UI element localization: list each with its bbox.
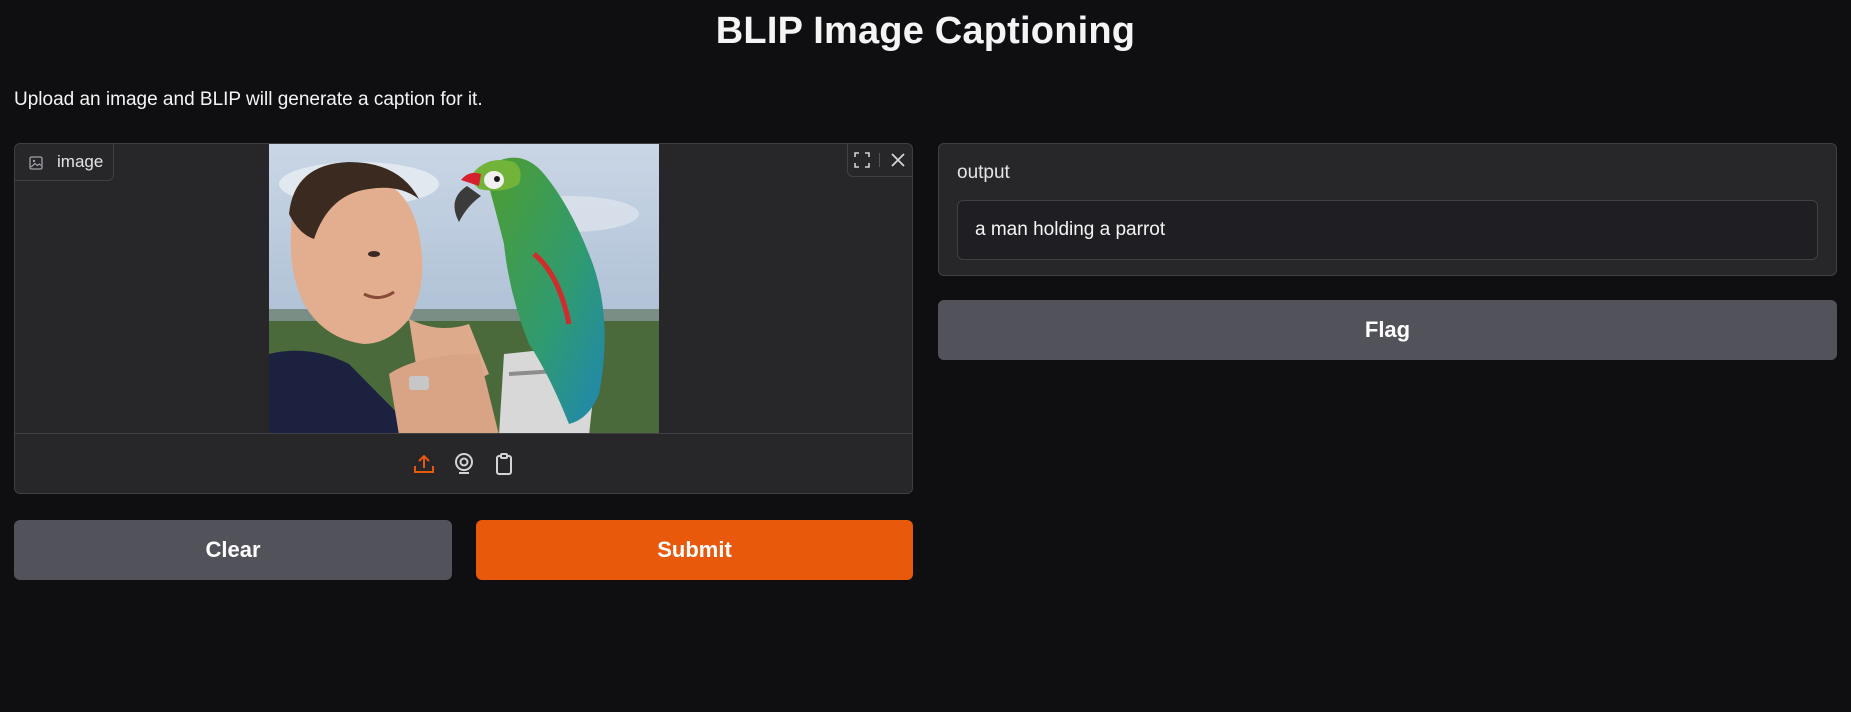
webcam-icon[interactable]: [452, 452, 476, 476]
image-source-selector: [15, 433, 912, 493]
output-label: output: [957, 162, 1010, 183]
close-icon[interactable]: [888, 150, 908, 170]
image-icon: [29, 155, 43, 170]
output-textbox[interactable]: a man holding a parrot: [957, 200, 1818, 260]
page-description: Upload an image and BLIP will generate a…: [14, 89, 483, 110]
image-input-label: image: [57, 152, 104, 171]
image-input-panel[interactable]: image: [14, 143, 913, 494]
uploaded-image-preview: [269, 144, 659, 435]
image-input-label-tag: image: [15, 144, 114, 181]
fullscreen-icon[interactable]: [852, 150, 872, 170]
flag-button[interactable]: Flag: [938, 300, 1837, 360]
image-corner-tools: [847, 144, 912, 177]
app-root: BLIP Image Captioning Upload an image an…: [0, 0, 1851, 712]
upload-icon[interactable]: [412, 452, 436, 476]
submit-button[interactable]: Submit: [476, 520, 913, 580]
page-title: BLIP Image Captioning: [715, 10, 1136, 52]
tool-divider: [879, 153, 881, 167]
output-panel: output a man holding a parrot: [938, 143, 1837, 276]
clear-button[interactable]: Clear: [14, 520, 452, 580]
clipboard-icon[interactable]: [492, 452, 516, 476]
